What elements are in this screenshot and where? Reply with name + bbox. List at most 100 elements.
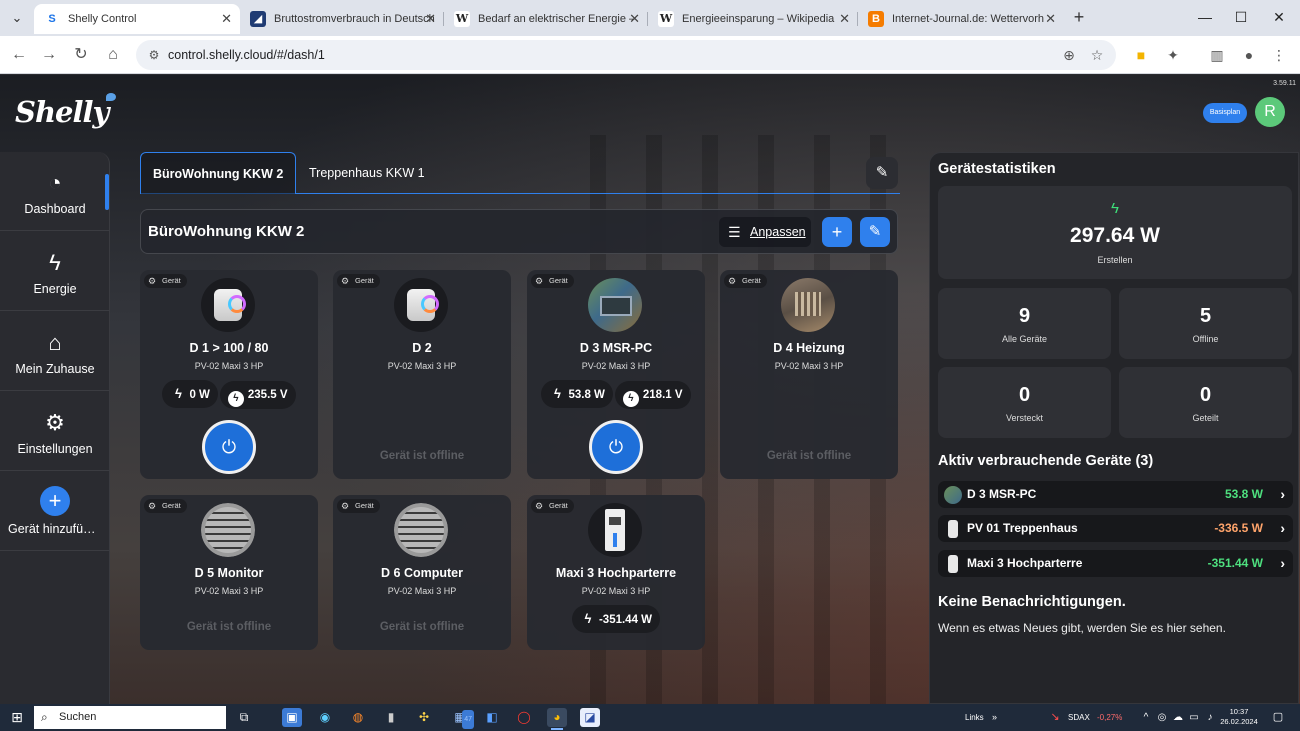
device-tag: ⚙ Gerät xyxy=(724,274,767,288)
active-device-row[interactable]: D 3 MSR-PC 53.8 W › xyxy=(938,481,1293,508)
device-image-heater xyxy=(781,278,835,332)
offline-status: Gerät ist offline xyxy=(379,450,465,462)
sidebar-item-energie[interactable]: ϟ Energie xyxy=(0,232,110,311)
add-device-button[interactable]: + xyxy=(822,217,852,247)
close-tab-icon[interactable]: ✕ xyxy=(221,4,232,34)
power-toggle-button[interactable]: ⏻ xyxy=(589,420,643,474)
chrome-icon[interactable]: ◕ xyxy=(547,708,567,730)
edge-icon[interactable]: ◉ xyxy=(315,708,335,727)
home-browser-icon[interactable]: ⌂ xyxy=(102,44,124,66)
network-app-icon[interactable]: ✣ xyxy=(414,708,434,727)
ticker-value[interactable]: -0,27% xyxy=(1097,704,1122,731)
reload-icon[interactable]: ↻ xyxy=(70,44,92,66)
chevron-right-icon: › xyxy=(1280,555,1285,571)
extension-badge-icon[interactable]: ■ xyxy=(1130,44,1152,66)
shelly-logo[interactable]: Shelly xyxy=(15,93,117,129)
site-info-icon[interactable]: ⚙ xyxy=(144,44,164,66)
close-tab-icon[interactable]: ✕ xyxy=(629,4,640,34)
device-card-d3[interactable]: ⚙ Gerät D 3 MSR-PC PV-02 Maxi 3 HP ϟ 53.8 … xyxy=(527,270,705,479)
device-card-d4[interactable]: ⚙ Gerät D 4 Heizung PV-02 Maxi 3 HP Gerät… xyxy=(720,270,898,479)
plan-badge[interactable]: Basisplan xyxy=(1203,103,1247,123)
tab-search-chevron-icon[interactable]: ⌄ xyxy=(6,8,28,28)
opera-icon[interactable]: ◯ xyxy=(514,708,534,727)
gear-icon: ⚙ xyxy=(341,501,350,511)
profile-icon[interactable]: ● xyxy=(1238,44,1260,66)
user-avatar[interactable]: R xyxy=(1255,97,1285,127)
bolt-icon: ϟ xyxy=(49,250,61,275)
adjust-button[interactable]: ☰ Anpassen xyxy=(719,217,811,247)
close-tab-icon[interactable]: ✕ xyxy=(425,4,436,34)
sidebar-item-geraet-hinzufuegen[interactable]: + Gerät hinzufügen xyxy=(0,472,110,551)
voltage-readout: ϟ 218.1 V xyxy=(614,381,691,409)
device-thumbnail xyxy=(944,486,962,504)
device-model: PV-02 Maxi 3 HP xyxy=(194,361,264,371)
back-arrow-icon[interactable]: ← xyxy=(8,44,30,66)
close-tab-icon[interactable]: ✕ xyxy=(1045,4,1056,34)
stat-offline[interactable]: 5 Offline xyxy=(1119,288,1292,359)
tab-room-treppenhaus[interactable]: Treppenhaus KKW 1 xyxy=(297,152,437,194)
active-device-row[interactable]: PV 01 Treppenhaus -336.5 W › xyxy=(938,515,1293,542)
device-card-d5[interactable]: ⚙ Gerät D 5 Monitor PV-02 Maxi 3 HP Gerät… xyxy=(140,495,318,650)
sidebar-item-einstellungen[interactable]: ⚙ Einstellungen xyxy=(0,392,110,471)
store-icon[interactable]: ▣ xyxy=(282,708,302,727)
sidebar-item-mein-zuhause[interactable]: ⌂ Mein Zuhause xyxy=(0,312,110,391)
browser-tab-bedarf[interactable]: W Bedarf an elektrischer Energie – ✕ xyxy=(444,4,648,34)
room-header: BüroWohnung KKW 2 ☰ Anpassen + ✎ xyxy=(140,209,898,254)
browser-tab-bruttostrom[interactable]: ◢ Bruttostromverbrauch in Deutsch ✕ xyxy=(240,4,444,34)
offline-status: Gerät ist offline xyxy=(379,621,465,633)
zoom-icon[interactable]: ⊕ xyxy=(1058,44,1080,66)
device-name: D 5 Monitor xyxy=(194,566,264,580)
tray-chevron-icon[interactable]: » xyxy=(992,704,997,731)
notification-center-icon[interactable]: ▢ xyxy=(1268,708,1288,727)
device-card-d6[interactable]: ⚙ Gerät D 6 Computer PV-02 Maxi 3 HP Gerä… xyxy=(333,495,511,650)
device-name: D 4 Heizung xyxy=(773,341,845,355)
stat-all-devices[interactable]: 9 Alle Geräte xyxy=(938,288,1111,359)
outlook-icon[interactable]: ◧ xyxy=(482,708,502,727)
browser-menu-icon[interactable]: ⋮ xyxy=(1268,44,1290,66)
edit-room-button[interactable]: ✎ xyxy=(860,217,890,247)
device-image-vent xyxy=(394,503,448,557)
windows-start-icon[interactable]: ⊞ xyxy=(9,709,25,725)
edit-rooms-button[interactable]: ✎ xyxy=(866,157,898,189)
stat-hidden[interactable]: 0 Versteckt xyxy=(938,367,1111,438)
sidebar-item-dashboard[interactable]: ◔ Dashboard xyxy=(0,152,110,231)
voltage-readout: ϟ 235.5 V xyxy=(219,381,296,409)
stock-chart-icon: ↘ xyxy=(1050,711,1060,723)
volume-icon[interactable]: ♪ xyxy=(1200,708,1220,727)
search-icon: ⌕ xyxy=(41,710,48,724)
taskbar-clock[interactable]: 10:37 26.02.2024 xyxy=(1218,707,1260,727)
stats-icon: ◢ xyxy=(250,11,266,27)
bookmark-star-icon[interactable]: ☆ xyxy=(1086,44,1108,66)
device-card-d2[interactable]: ⚙ Gerät D 2 PV-02 Maxi 3 HP Gerät ist off… xyxy=(333,270,511,479)
extensions-puzzle-icon[interactable]: ✦ xyxy=(1162,44,1184,66)
forward-arrow-icon[interactable]: → xyxy=(38,44,60,66)
tray-links[interactable]: Links xyxy=(965,704,984,731)
device-card-d1[interactable]: ⚙ Gerät D 1 > 100 / 80 PV-02 Maxi 3 HP ϟ0… xyxy=(140,270,318,479)
ticker-name[interactable]: SDAX xyxy=(1068,704,1090,731)
windows-taskbar: ⊞ ⌕ Suchen ⧉ ▣ ◉ ◍ ▮ ✣ ▦ 47 ◧ ◯ ◕ ◪ Links… xyxy=(0,704,1300,731)
browser-tab-shelly[interactable]: S Shelly Control ✕ xyxy=(34,4,240,34)
app-with-badge-icon[interactable]: ▦ 47 xyxy=(450,708,474,729)
active-indicator xyxy=(105,174,109,210)
url-text[interactable]: control.shelly.cloud/#/dash/1 xyxy=(168,40,325,70)
new-tab-button[interactable]: + xyxy=(1070,6,1088,28)
app-icon[interactable]: ◪ xyxy=(580,708,600,727)
window-close-icon[interactable]: ✕ xyxy=(1264,6,1294,28)
side-panel-icon[interactable]: ▥ xyxy=(1206,44,1228,66)
device-card-maxi3[interactable]: ⚙ Gerät Maxi 3 Hochparterre PV-02 Maxi 3 … xyxy=(527,495,705,650)
device-app-icon[interactable]: ▮ xyxy=(381,708,401,727)
address-bar[interactable]: ⚙ control.shelly.cloud/#/dash/1 ⊕ ☆ xyxy=(136,40,1116,70)
active-device-row[interactable]: Maxi 3 Hochparterre -351.44 W › xyxy=(938,550,1293,577)
browser-tab-energieeinsparung[interactable]: W Energieeinsparung – Wikipedia ✕ xyxy=(648,4,858,34)
tab-room-buerowohnung[interactable]: BüroWohnung KKW 2 xyxy=(140,152,297,194)
browser-tab-internet-journal[interactable]: B Internet-Journal.de: Wettervorh ✕ xyxy=(858,4,1064,34)
firefox-icon[interactable]: ◍ xyxy=(348,708,368,727)
taskbar-search[interactable]: ⌕ Suchen xyxy=(34,706,226,729)
minimize-icon[interactable]: — xyxy=(1190,6,1220,28)
power-toggle-button[interactable]: ⏻ xyxy=(202,420,256,474)
close-tab-icon[interactable]: ✕ xyxy=(839,4,850,34)
stat-shared[interactable]: 0 Geteilt xyxy=(1119,367,1292,438)
maximize-icon[interactable]: ☐ xyxy=(1226,6,1256,28)
task-view-icon[interactable]: ⧉ xyxy=(234,708,254,727)
device-thumbnail xyxy=(948,555,958,573)
